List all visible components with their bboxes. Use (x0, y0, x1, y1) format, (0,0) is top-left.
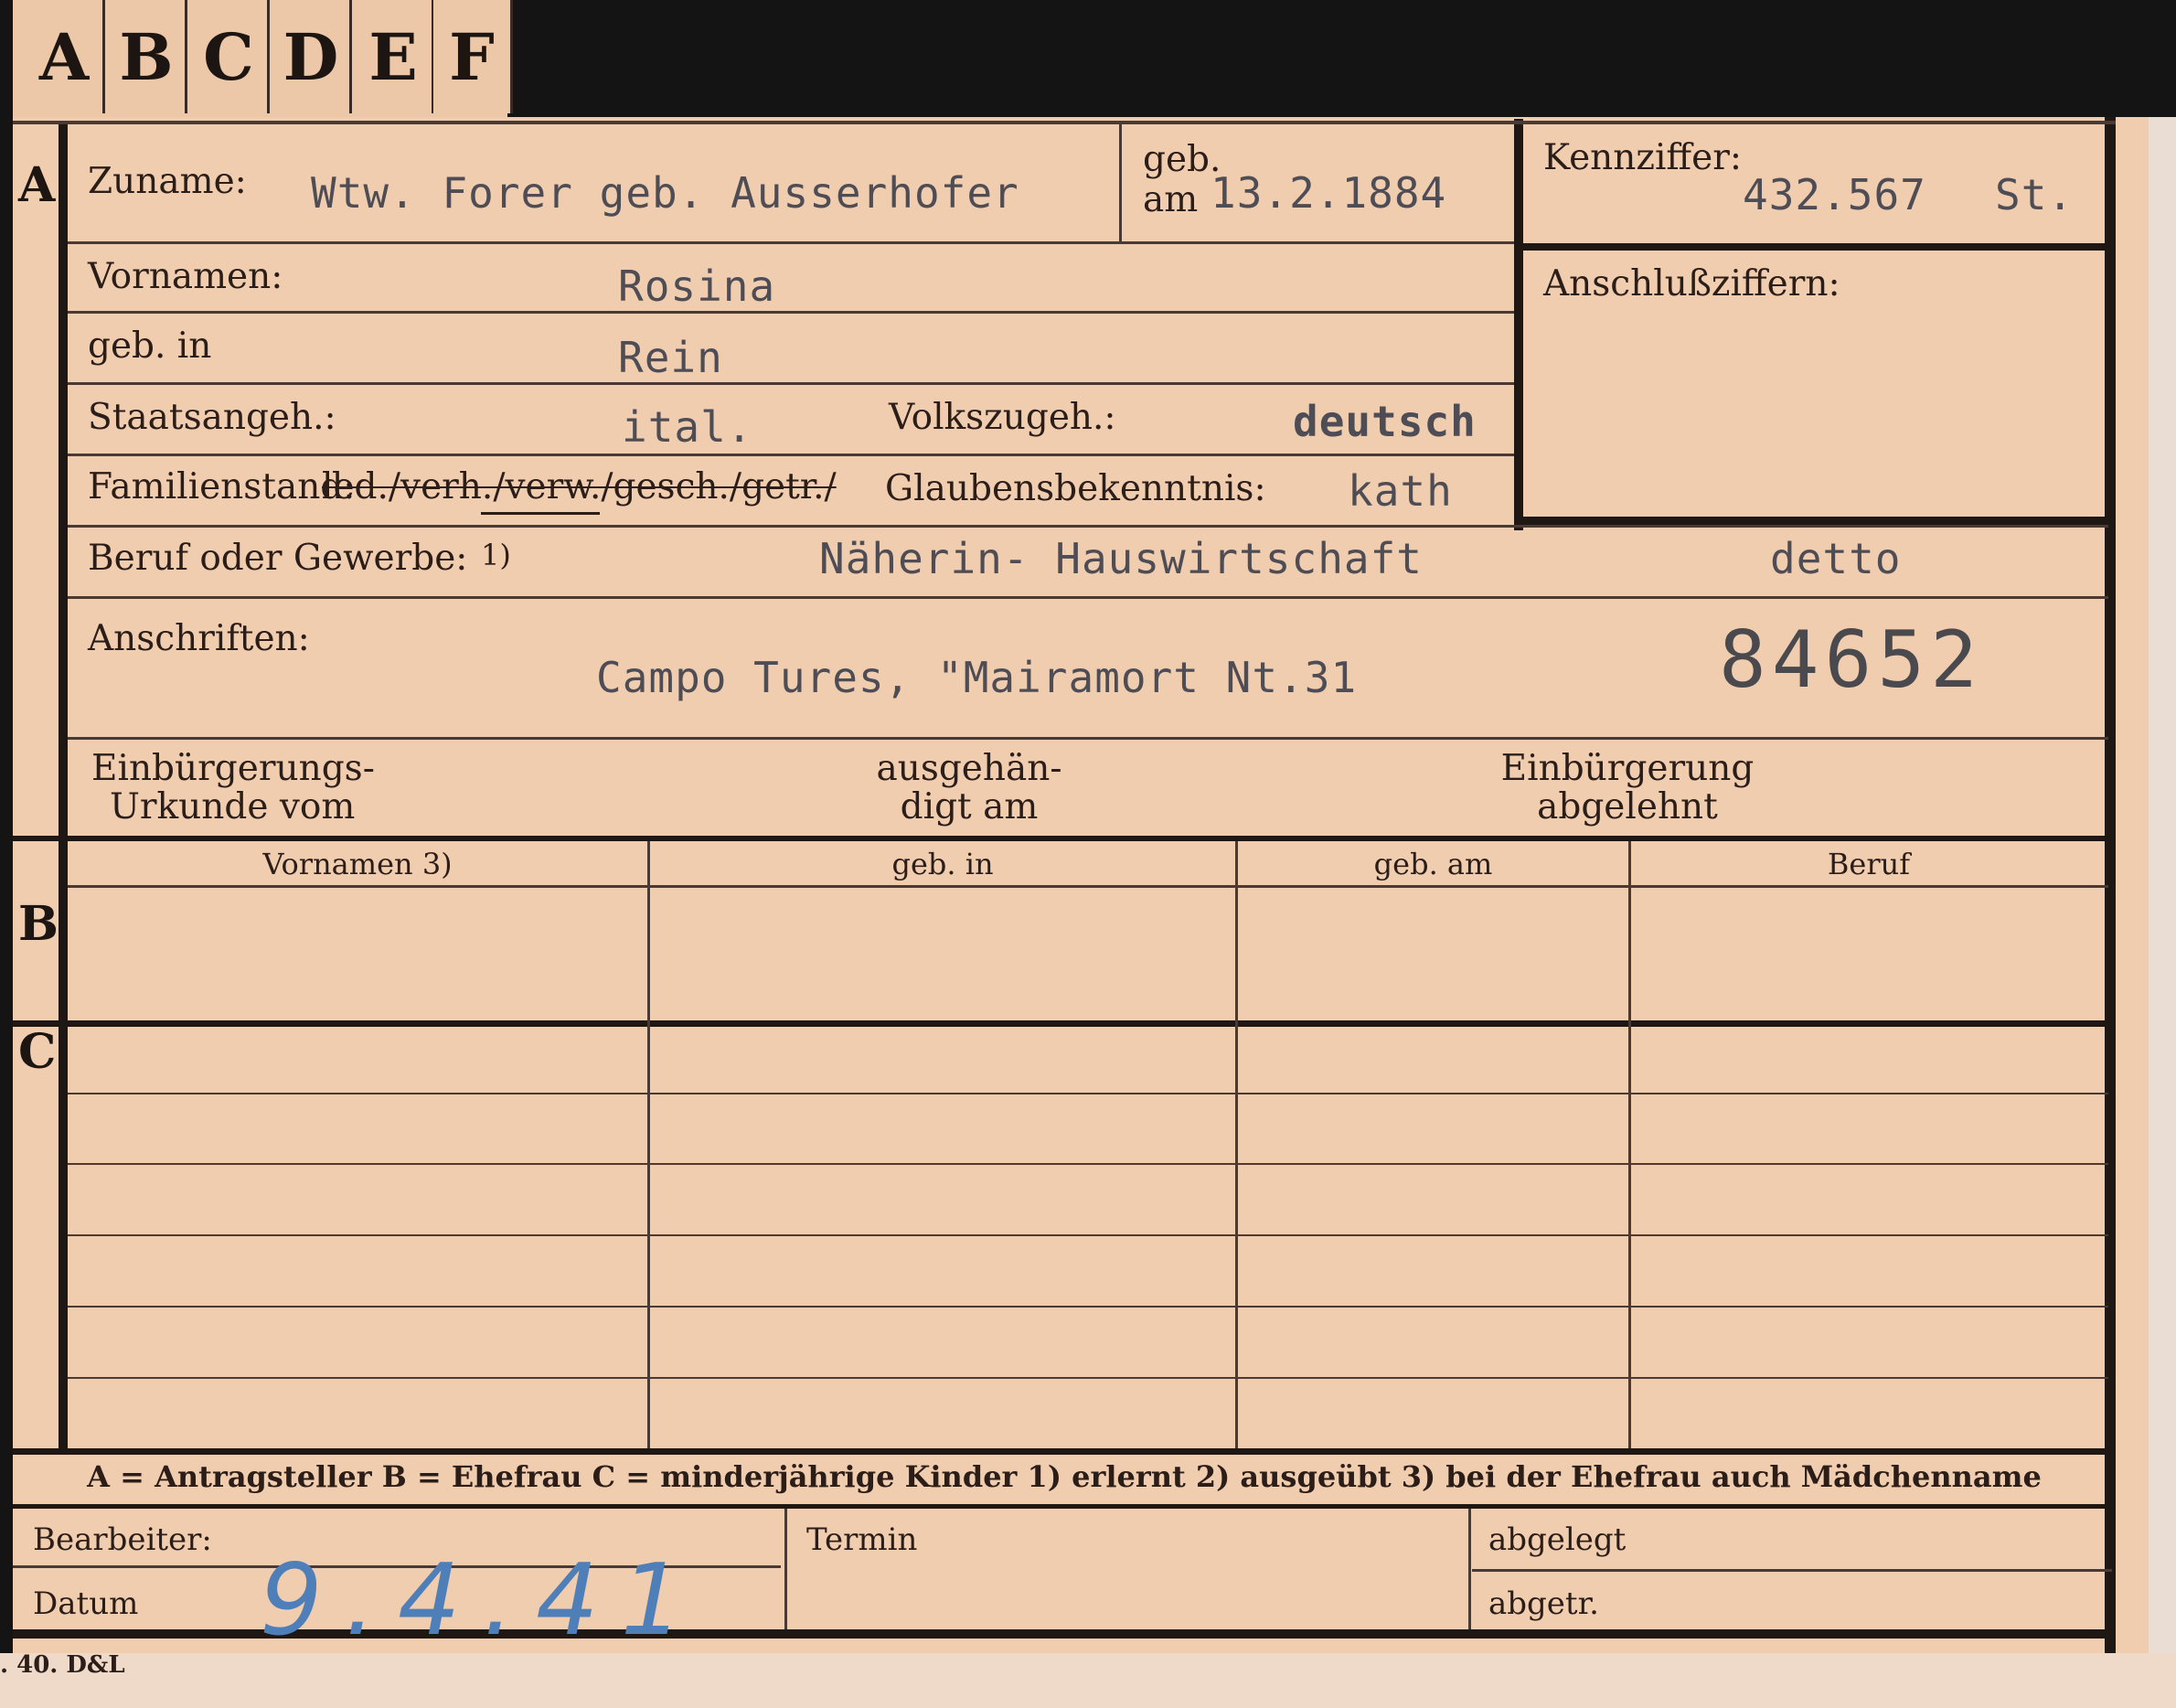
rule-kennziffer-left (1514, 119, 1523, 530)
label-geb: geb. (1143, 139, 1221, 180)
rule-c-bottom (13, 1448, 2116, 1455)
rule-row5 (68, 525, 2108, 528)
col-div-2 (1235, 841, 1238, 1448)
col-div-3 (1628, 841, 1631, 1448)
rule-footer-v1 (784, 1509, 787, 1629)
table-header-geb-am: geb. am (1373, 847, 1493, 881)
rule-c-2 (68, 1163, 2108, 1165)
rule-legend-bottom (13, 1504, 2116, 1509)
stamp-number: 84652 (1719, 614, 1983, 706)
label-familienstand: Familienstand: (88, 466, 356, 507)
value-kennziffer-suffix: St. (1995, 170, 2075, 219)
rule-footer-v2 (1468, 1509, 1471, 1629)
rule-c-3 (68, 1234, 2108, 1236)
label-beruf-note: 1) (481, 538, 511, 572)
value-geb-in: Rein (618, 333, 723, 382)
label-einb-urkunde-1: Einbürgerungs- (91, 748, 375, 789)
value-anschrift: Campo Tures, "Mairamort Nt.31 (596, 653, 1358, 702)
label-kennziffer: Kennziffer: (1543, 137, 1742, 178)
rule-c-1 (68, 1093, 2108, 1094)
tab-f[interactable]: F (433, 0, 513, 113)
label-am: am (1143, 179, 1199, 220)
value-beruf: Näherin- Hauswirtschaft (819, 534, 1423, 583)
rule-c-4 (68, 1306, 2108, 1308)
legend: A = Antragsteller B = Ehefrau C = minder… (87, 1459, 2042, 1494)
value-volkszugeh: deutsch (1293, 397, 1477, 446)
label-zuname: Zuname: (88, 161, 247, 202)
tab-d[interactable]: D (272, 0, 352, 113)
label-staatsangeh: Staatsangeh.: (88, 397, 336, 438)
index-tabs: A B C D E F (13, 0, 513, 120)
tab-a[interactable]: A (26, 0, 105, 113)
frame-bottom (0, 1653, 2176, 1708)
rule-row6 (68, 596, 2108, 599)
label-datum: Datum (33, 1585, 139, 1622)
rule-b-top (13, 836, 2116, 841)
label-termin: Termin (806, 1521, 918, 1558)
value-vornamen: Rosina (618, 262, 776, 311)
label-ausgehaendigt-2: digt am (900, 786, 1039, 827)
footer-print: . 40. D&L (0, 1651, 125, 1679)
label-anschlussziffern: Anschlußziffern: (1543, 263, 1840, 304)
rule-row3 (68, 382, 1514, 385)
frame-right (2149, 117, 2176, 1708)
rule-row4 (68, 454, 1514, 456)
value-kennziffer: 432.567 (1743, 170, 1926, 219)
label-abgetr: abgetr. (1488, 1585, 1599, 1622)
rule-row1 (68, 241, 1514, 244)
table-header-vornamen: Vornamen 3) (262, 847, 453, 881)
section-c-letter: C (18, 1024, 57, 1080)
value-staatsangeh: ital. (622, 402, 753, 452)
rule-a-top (13, 121, 2116, 124)
rule-left-section (59, 123, 68, 1449)
familienstand-underline (481, 512, 600, 515)
tab-c[interactable]: C (190, 0, 270, 113)
value-datum: 9.4.41 (260, 1543, 706, 1658)
section-b-letter: B (18, 896, 59, 952)
table-header-geb-in: geb. in (891, 847, 994, 881)
value-beruf-2: detto (1770, 534, 1902, 583)
label-einb-urkunde-2: Urkunde vom (110, 786, 356, 827)
rule-b-header (68, 885, 2108, 888)
label-geb-in: geb. in (88, 326, 212, 367)
value-zuname: Wtw. Forer geb. Ausserhofer (311, 168, 1019, 218)
label-einb-abgelehnt-1: Einbürgerung (1500, 748, 1755, 789)
label-volkszugeh: Volkszugeh.: (889, 397, 1116, 438)
familienstand-options: led./verh./verw./gesch./getr./ (322, 466, 837, 507)
frame-top (507, 0, 2176, 117)
frame-left (0, 0, 13, 1708)
rule-c-top (13, 1020, 2116, 1027)
rule-kennziffer-mid (1514, 243, 2108, 251)
rule-c-5 (68, 1377, 2108, 1379)
label-einb-abgelehnt-2: abgelehnt (1537, 786, 1718, 827)
rule-row2 (68, 311, 1514, 314)
label-ausgehaendigt-1: ausgehän- (876, 748, 1062, 789)
label-abgelegt: abgelegt (1488, 1521, 1627, 1558)
label-beruf: Beruf oder Gewerbe: (88, 538, 468, 579)
label-glaubensbekenntnis: Glaubensbekenntnis: (885, 468, 1266, 509)
label-anschriften: Anschriften: (88, 618, 310, 659)
section-a-letter: A (18, 157, 56, 213)
tab-e[interactable]: E (355, 0, 434, 113)
tab-b[interactable]: B (108, 0, 187, 113)
rule-geb-divider (1119, 124, 1122, 241)
value-geburtsdatum: 13.2.1884 (1211, 168, 1447, 218)
label-vornamen: Vornamen: (88, 256, 283, 297)
rule-footer-mid-right (1472, 1569, 2112, 1572)
col-div-1 (647, 841, 650, 1448)
value-glaubensbekenntnis: kath (1348, 466, 1453, 516)
label-bearbeiter: Bearbeiter: (33, 1521, 212, 1558)
table-header-beruf: Beruf (1827, 847, 1911, 881)
rule-row7 (68, 737, 2108, 740)
